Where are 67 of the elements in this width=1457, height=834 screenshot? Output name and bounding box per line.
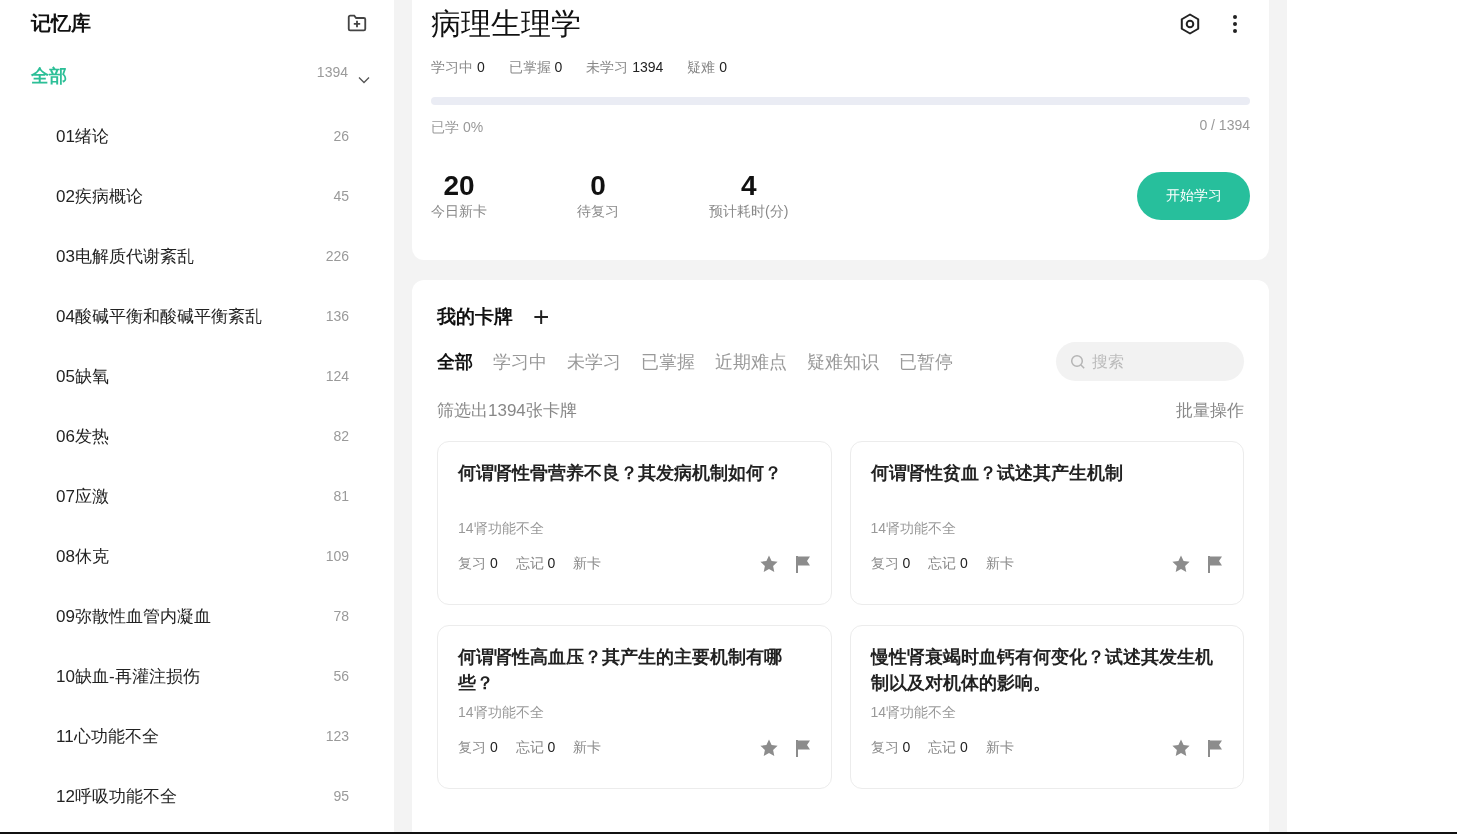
category-item[interactable]: 03电解质代谢紊乱 226 — [19, 226, 394, 286]
metric-label: 今日新卡 — [431, 203, 487, 221]
add-button[interactable]: + — [529, 304, 554, 330]
card-question: 何谓肾性贫血？试述其产生机制 — [870, 462, 1124, 485]
star-icon[interactable] — [1171, 738, 1191, 758]
result-count: 筛选出1394张卡牌 — [437, 400, 577, 422]
deck-title: 病理生理学 — [431, 6, 581, 42]
batch-action-link[interactable]: 批量操作 — [1176, 399, 1244, 422]
card-topic: 14肾功能不全 — [870, 704, 958, 722]
flashcard[interactable]: 何谓肾性骨营养不良？其发病机制如何？ 14肾功能不全 复习 0 忘记 0 新卡 — [437, 441, 832, 605]
flashcard[interactable]: 何谓肾性高血压？其产生的主要机制有哪些？ 14肾功能不全 复习 0 忘记 0 新卡 — [437, 625, 832, 789]
category-item[interactable]: 10缺血-再灌注损伤 56 — [19, 646, 394, 706]
flag-icon[interactable] — [794, 555, 811, 573]
progress-label: 已学 0% — [431, 119, 484, 137]
stat-text: 疑难 0 — [687, 59, 728, 77]
category-item[interactable]: 12呼吸功能不全 95 — [19, 766, 394, 826]
metric-value: 4 — [740, 171, 757, 201]
star-icon[interactable] — [1171, 554, 1191, 574]
category-item[interactable]: 09弥散性血管内凝血 78 — [19, 586, 394, 646]
card-stat: 忘记 0 — [928, 555, 968, 573]
flag-icon[interactable] — [794, 739, 811, 757]
metric-value: 20 — [443, 171, 475, 201]
card-stat: 复习 0 — [870, 555, 911, 573]
section-title: 我的卡牌 — [437, 305, 513, 329]
sidebar-title: 记忆库 — [31, 10, 91, 36]
card-status: 新卡 — [573, 739, 602, 757]
metric-label: 待复习 — [577, 203, 619, 221]
card-status: 新卡 — [573, 555, 602, 573]
filter-tab[interactable]: 全部 — [437, 343, 479, 380]
category-item[interactable]: 11心功能不全 123 — [19, 706, 394, 766]
card-question: 何谓肾性骨营养不良？其发病机制如何？ — [458, 462, 783, 485]
flag-icon[interactable] — [1207, 555, 1223, 573]
category-item[interactable]: 02疾病概论 45 — [19, 166, 394, 226]
star-icon[interactable] — [758, 738, 779, 758]
add-folder-icon[interactable] — [346, 12, 368, 34]
category-item[interactable]: 05缺氧 124 — [19, 346, 394, 406]
card-stat: 复习 0 — [870, 739, 911, 757]
settings-icon[interactable] — [1178, 12, 1202, 36]
card-status: 新卡 — [985, 739, 1014, 757]
metric-value: 0 — [590, 171, 606, 201]
card-question: 何谓肾性高血压？其产生的主要机制有哪些？ — [458, 646, 783, 695]
stat-text: 学习中 0 — [431, 59, 485, 77]
flag-icon[interactable] — [1207, 739, 1223, 757]
metric-label: 预计耗时(分) — [709, 203, 789, 221]
chevron-down-icon[interactable] — [358, 76, 370, 84]
category-item[interactable]: 06发热 82 — [19, 406, 394, 466]
card-stat: 复习 0 — [458, 739, 498, 757]
category-item[interactable]: 08休克 109 — [19, 526, 394, 586]
more-icon[interactable] — [1232, 14, 1238, 34]
card-topic: 14肾功能不全 — [458, 704, 545, 722]
stat-text: 未学习 1394 — [586, 59, 664, 77]
card-status: 新卡 — [985, 555, 1014, 573]
category-item[interactable]: 01绪论 26 — [19, 106, 394, 166]
flashcard[interactable]: 慢性肾衰竭时血钙有何变化？试述其发生机制以及对机体的影响。 14肾功能不全 复习 0 忘记 0 新卡 — [849, 625, 1244, 789]
card-stat: 复习 0 — [458, 555, 498, 573]
card-topic: 14肾功能不全 — [870, 520, 958, 538]
category-item[interactable]: 04酸碱平衡和酸碱平衡紊乱 136 — [19, 286, 394, 346]
card-question: 慢性肾衰竭时血钙有何变化？试述其发生机制以及对机体的影响。 — [870, 646, 1214, 695]
card-topic: 14肾功能不全 — [458, 520, 545, 538]
card-stat: 忘记 0 — [928, 739, 968, 757]
progress-count: 0 / 1394 — [1199, 117, 1250, 135]
category-item[interactable]: 07应激 81 — [19, 466, 394, 526]
flashcard[interactable]: 何谓肾性贫血？试述其产生机制 14肾功能不全 复习 0 忘记 0 新卡 — [849, 441, 1244, 605]
star-icon[interactable] — [758, 554, 779, 574]
card-stat: 忘记 0 — [515, 555, 556, 573]
card-stat: 忘记 0 — [515, 739, 556, 757]
stat-text: 已掌握 0 — [508, 59, 563, 77]
